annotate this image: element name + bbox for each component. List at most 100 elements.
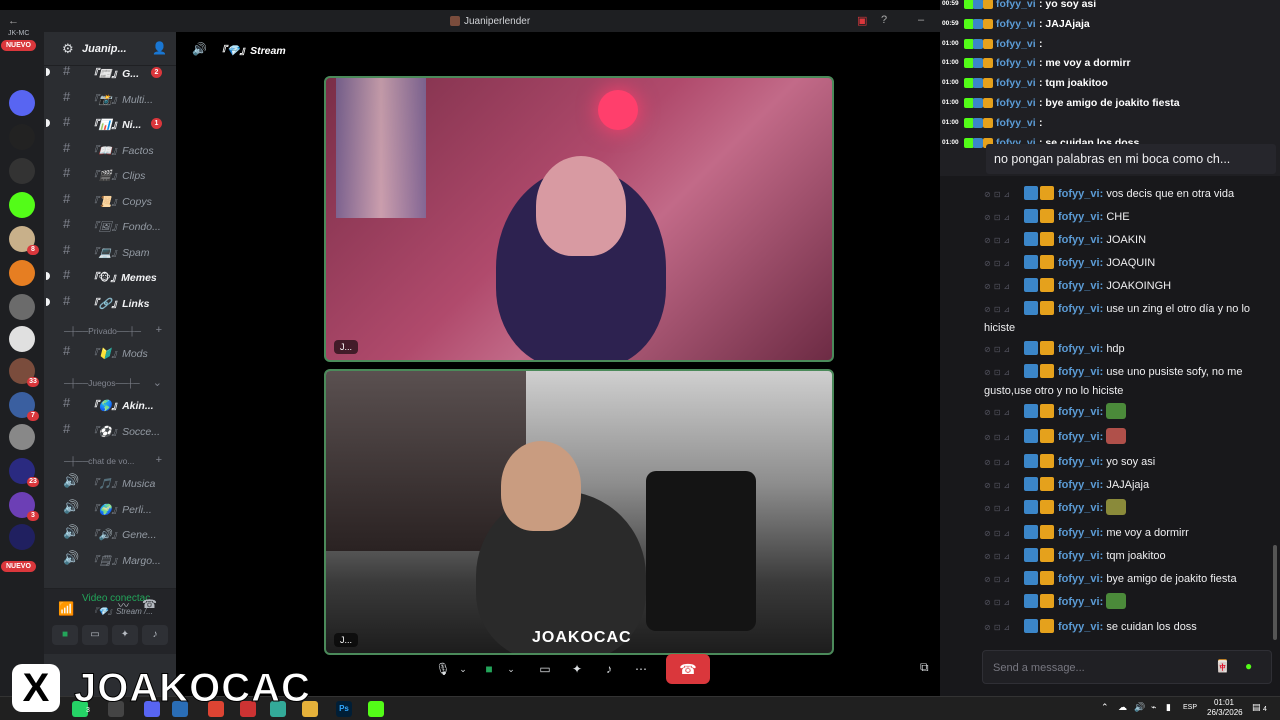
chat-username[interactable]: fofyy_vi: bbox=[1058, 550, 1103, 562]
chat-username[interactable]: fofyy_vi: bbox=[1058, 621, 1103, 633]
hang-up-button[interactable]: ☎ bbox=[666, 654, 710, 684]
chat-message[interactable]: ⊘⊡⊿ fofyy_vi: bbox=[984, 428, 1274, 447]
chat-username[interactable]: fofyy_vi: bbox=[1058, 479, 1103, 491]
chat-message[interactable]: ⊘⊡⊿ fofyy_vi: se cuidan los doss bbox=[984, 618, 1274, 637]
video-tile-1[interactable]: J... bbox=[324, 76, 834, 362]
volume-icon[interactable]: 🔊 bbox=[1134, 702, 1145, 713]
photoshop-icon[interactable]: Ps bbox=[336, 701, 352, 717]
text-channel[interactable]: # 『🌎』Akin... bbox=[44, 394, 176, 414]
mod-actions-icon[interactable]: ⊘⊡⊿ bbox=[984, 255, 1024, 273]
activities-button[interactable]: ✦ bbox=[112, 625, 138, 645]
category-private[interactable]: ─┼──Privado──┼─ bbox=[64, 326, 141, 336]
category-voice[interactable]: ─┼──chat de vo... bbox=[64, 456, 134, 466]
battery-icon[interactable]: ▮ bbox=[1166, 702, 1171, 713]
cloud-icon[interactable]: ☁ bbox=[1118, 702, 1127, 713]
server-icon[interactable]: 33 bbox=[9, 358, 39, 387]
disconnect-icon[interactable]: ☎ bbox=[142, 597, 157, 611]
server-icon[interactable] bbox=[9, 294, 35, 320]
server-icon[interactable] bbox=[9, 90, 35, 116]
text-channel[interactable]: # 『💻』Spam bbox=[44, 241, 176, 261]
chat-message[interactable]: ⊘⊡⊿ fofyy_vi: bbox=[984, 403, 1274, 422]
chat-username[interactable]: fofyy_vi: bbox=[1058, 406, 1103, 418]
chat-username[interactable]: fofyy_vi: bbox=[1058, 431, 1103, 443]
chat-message[interactable]: ⊘⊡⊿ fofyy_vi: bye amigo de joakito fiesta bbox=[984, 570, 1274, 589]
chat-message[interactable]: ⊘⊡⊿ fofyy_vi: yo soy asi bbox=[984, 453, 1274, 472]
chat-message[interactable]: ⊘⊡⊿ fofyy_vi: me voy a dormirr bbox=[984, 524, 1274, 543]
chat-username[interactable]: fofyy_vi: bbox=[1058, 502, 1103, 514]
chevron-up-icon[interactable]: ⌃ bbox=[1101, 702, 1109, 713]
mod-actions-icon[interactable]: ⊘⊡⊿ bbox=[984, 429, 1024, 447]
chat-username[interactable]: fofyy_vi: bbox=[1058, 303, 1103, 315]
screen-share-icon[interactable]: ▭ bbox=[534, 658, 556, 680]
chat-input[interactable]: 🀄 ● bbox=[982, 650, 1272, 684]
mod-actions-icon[interactable]: ⊘⊡⊿ bbox=[984, 619, 1024, 637]
guild-header[interactable]: ⚙ Juanip... 👤 bbox=[44, 32, 176, 66]
message-field[interactable] bbox=[993, 659, 1203, 677]
mod-actions-icon[interactable]: ⊘⊡⊿ bbox=[984, 301, 1024, 319]
minimize-icon[interactable]: – bbox=[918, 14, 924, 26]
server-icon[interactable] bbox=[9, 326, 35, 352]
voice-channel[interactable]: 🔊 『🔊』Gene... bbox=[44, 523, 176, 543]
popout-icon[interactable]: ⧉ bbox=[920, 660, 929, 675]
text-channel[interactable]: # 『🎬』Clips bbox=[44, 164, 176, 184]
text-channel[interactable]: # 『🔰』Mods bbox=[44, 342, 176, 362]
server-icon[interactable] bbox=[9, 192, 35, 218]
chevron-down-icon-2[interactable]: ⌄ bbox=[500, 658, 522, 680]
chat-username[interactable]: fofyy_vi: bbox=[1058, 456, 1103, 468]
text-channel[interactable]: # 『📜』Copys bbox=[44, 190, 176, 210]
chat-username[interactable]: fofyy_vi: bbox=[1058, 188, 1103, 200]
voice-channel[interactable]: 🔊 『🎵』Musica bbox=[44, 472, 176, 492]
mod-actions-icon[interactable]: ⊘⊡⊿ bbox=[984, 594, 1024, 612]
mod-actions-icon[interactable]: ⊘⊡⊿ bbox=[984, 500, 1024, 518]
voice-channel[interactable]: 🔊 『🌍』Perli... bbox=[44, 498, 176, 518]
text-channel[interactable]: # 『🐵』Memes bbox=[44, 266, 176, 286]
chat-message[interactable]: ⊘⊡⊿ fofyy_vi: use un zing el otro día y n… bbox=[984, 300, 1274, 337]
mod-actions-icon[interactable]: ⊘⊡⊿ bbox=[984, 278, 1024, 296]
chevron-down-icon[interactable]: ⌄ bbox=[452, 658, 474, 680]
text-channel[interactable]: # 『📊』Ni... 1 bbox=[44, 113, 176, 133]
chat-message[interactable]: ⊘⊡⊿ fofyy_vi: bbox=[984, 499, 1274, 518]
chat-message[interactable]: ⊘⊡⊿ fofyy_vi: bbox=[984, 593, 1274, 612]
network-icon[interactable]: ⌁ bbox=[1151, 702, 1156, 713]
text-channel[interactable]: # 『🔗』Links bbox=[44, 292, 176, 312]
kick-icon[interactable]: ● bbox=[1245, 659, 1252, 673]
mod-actions-icon[interactable]: ⊘⊡⊿ bbox=[984, 571, 1024, 589]
activities-icon[interactable]: ✦ bbox=[566, 658, 588, 680]
gear-icon[interactable]: ⚙ bbox=[62, 41, 74, 57]
mod-actions-icon[interactable]: ⊘⊡⊿ bbox=[984, 364, 1024, 382]
microphone-icon[interactable]: 🎙 bbox=[432, 658, 454, 680]
add-channel-icon-2[interactable]: + bbox=[156, 454, 162, 466]
pinned-message[interactable]: no pongan palabras en mi boca como ch... bbox=[986, 144, 1276, 174]
server-icon[interactable]: 3 bbox=[9, 492, 39, 521]
chevron-down-icon[interactable]: ⌄ bbox=[153, 376, 162, 389]
chat-message[interactable]: ⊘⊡⊿ fofyy_vi: CHE bbox=[984, 208, 1274, 227]
text-channel[interactable]: # 『📖』Factos bbox=[44, 139, 176, 159]
mod-actions-icon[interactable]: ⊘⊡⊿ bbox=[984, 186, 1024, 204]
chat-message[interactable]: ⊘⊡⊿ fofyy_vi: JAJAjaja bbox=[984, 476, 1274, 495]
chat-username[interactable]: fofyy_vi: bbox=[1058, 211, 1103, 223]
text-channel[interactable]: # 『📰』G... 2 bbox=[44, 62, 176, 82]
chat-username[interactable]: fofyy_vi: bbox=[1058, 280, 1103, 292]
mod-actions-icon[interactable]: ⊘⊡⊿ bbox=[984, 209, 1024, 227]
server-icon[interactable] bbox=[9, 424, 35, 450]
notification-icon[interactable]: ▤ bbox=[1252, 702, 1261, 713]
chat-username[interactable]: fofyy_vi: bbox=[1058, 343, 1103, 355]
server-icon[interactable]: 7 bbox=[9, 392, 39, 421]
chat-message[interactable]: ⊘⊡⊿ fofyy_vi: JOAKIN bbox=[984, 231, 1274, 250]
soundboard-icon[interactable]: ♪ bbox=[598, 658, 620, 680]
noise-suppression-icon[interactable]: 〰 bbox=[118, 597, 129, 613]
chat-username[interactable]: fofyy_vi: bbox=[1058, 527, 1103, 539]
video-button[interactable]: ■ bbox=[52, 625, 78, 645]
help-icon[interactable]: ? bbox=[881, 14, 887, 26]
soundboard-button[interactable]: ♪ bbox=[142, 625, 168, 645]
inbox-icon[interactable]: ▣ bbox=[857, 14, 867, 27]
text-channel[interactable]: # 『🖼』Fondo... bbox=[44, 215, 176, 235]
back-arrow-icon[interactable]: ← bbox=[8, 15, 19, 27]
server-icon[interactable] bbox=[9, 158, 35, 184]
mod-actions-icon[interactable]: ⊘⊡⊿ bbox=[984, 525, 1024, 543]
chat-username[interactable]: fofyy_vi: bbox=[1058, 573, 1103, 585]
mod-actions-icon[interactable]: ⊘⊡⊿ bbox=[984, 548, 1024, 566]
chat-message[interactable]: ⊘⊡⊿ fofyy_vi: tqm joakitoo bbox=[984, 547, 1274, 566]
category-games[interactable]: ─┼──Juegos──┼─ bbox=[64, 378, 140, 388]
mod-actions-icon[interactable]: ⊘⊡⊿ bbox=[984, 341, 1024, 359]
